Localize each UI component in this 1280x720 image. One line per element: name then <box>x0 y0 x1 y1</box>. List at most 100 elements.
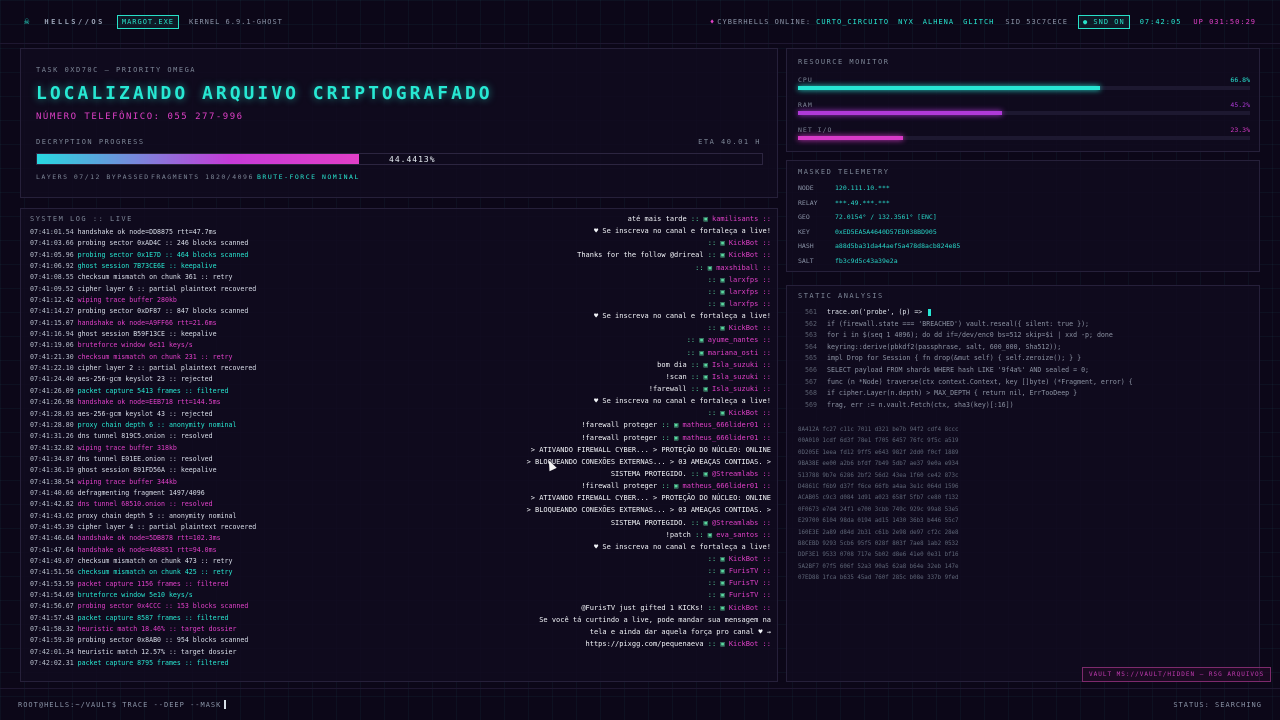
code-text: impl Drop for Session { fn drop(&mut sel… <box>827 354 1082 363</box>
chat-username[interactable]: Isla_suzuki :: <box>712 373 771 381</box>
log-timestamp: 07:41:34.87 <box>30 454 78 463</box>
line-number: 567 <box>805 377 817 386</box>
kernel-version: KERNEL 6.9.1-GHOST <box>189 17 283 26</box>
chat-text: > ATIVANDO FIREWALL CYBER... > PROTEÇÃO … <box>530 494 771 503</box>
log-message: heuristic match 18.46% :: target dossier <box>77 625 237 634</box>
telemetry-row: SALT fb3c9d5c43a39e2a <box>798 257 898 265</box>
hex-line: 00A010 1cdf 6d3f 78e1 f705 6457 76fc 9f5… <box>798 438 959 445</box>
bottom-bar: ROOT@HELLS:~/VAULT$ TRACE --DEEP --MASK … <box>0 688 1280 720</box>
chat-message: !farewall proteger :: ▣ matheus_666lider… <box>391 419 771 431</box>
log-timestamp: 07:41:58.32 <box>30 625 78 634</box>
telemetry-key: HASH <box>798 242 814 251</box>
chat-text: Se você tá curtindo a live, pode mandar … <box>539 615 771 624</box>
log-message: probing sector 0x4CCC :: 153 blocks scan… <box>77 602 249 611</box>
log-message: handshake ok node=A9FF66 rtt=21.6ms <box>77 318 217 327</box>
code-cursor <box>928 308 932 316</box>
log-message: probing sector 0xDF87 :: 847 blocks scan… <box>77 307 249 316</box>
log-message: ghost session 891FD56A :: keepalive <box>77 466 217 475</box>
chat-text: @FurisTV just gifted 1 KICKs! <box>581 603 704 612</box>
eta-label: ETA 40.01 H <box>698 138 761 146</box>
log-timestamp: 07:41:09.52 <box>30 284 78 293</box>
code-text: func (n *Node) traverse(ctx context.Cont… <box>827 377 1133 386</box>
chat-username[interactable]: KickBot :: <box>729 409 771 417</box>
code-text: if (firewall.state === 'BREACHED') vault… <box>827 319 1090 328</box>
online-user[interactable]: GLITCH <box>963 18 994 26</box>
hex-line: ACAB05 c9c3 d084 1d91 a023 658f 5fb7 ce8… <box>798 495 959 502</box>
telemetry-value: 72.0154° / 132.3561° [ENC] <box>835 213 937 222</box>
chat-username[interactable]: @Streamlabs :: <box>712 470 771 478</box>
chat-username[interactable]: KickBot :: <box>729 251 771 259</box>
chat-username[interactable]: @Streamlabs :: <box>712 519 771 527</box>
online-user[interactable]: ALHENA <box>923 18 954 26</box>
chat-username[interactable]: FurisTV :: <box>729 567 771 575</box>
log-message: handshake ok node=DD8875 rtt=47.7ms <box>77 228 217 236</box>
chat-text: Thanks for the follow @drireal <box>577 251 704 260</box>
log-timestamp: 07:41:53.59 <box>30 579 78 588</box>
log-timestamp: 07:41:01.54 <box>30 228 78 236</box>
badge-icon: :: ▣ <box>707 579 729 588</box>
chat-message: Thanks for the follow @drireal :: ▣ Kick… <box>391 249 771 261</box>
log-message: cipher layer 4 :: partial plaintext reco… <box>77 522 257 531</box>
sound-toggle[interactable]: ● SND ON <box>1077 14 1130 29</box>
log-message: dns tunnel E01EE.onion :: resolved <box>77 454 213 463</box>
chat-username[interactable]: matheus_666lider01 :: <box>682 482 771 490</box>
online-user[interactable]: NYX <box>898 18 914 26</box>
user-chip[interactable]: MARGOT.EXE <box>116 14 180 29</box>
chat-username[interactable]: larxfps :: <box>729 288 771 296</box>
chat-username[interactable]: mariana_osti :: <box>708 349 771 357</box>
log-message: packet capture 8587 frames :: filtered <box>77 613 229 622</box>
log-message: aes-256-gcm keyslot 23 :: rejected <box>77 375 213 384</box>
chat-username[interactable]: larxfps :: <box>729 300 771 308</box>
telemetry-row: KEY 0xED5EA5A4640D57ED038BD905 <box>798 228 937 236</box>
chat-username[interactable]: Isla_suzuki :: <box>712 385 771 393</box>
chat-message: !scan :: ▣ Isla_suzuki :: <box>391 371 771 383</box>
chat-username[interactable]: eva_santos :: <box>716 531 771 539</box>
telemetry-value: a88d5ba31da44aef5a478d8acb824e85 <box>835 242 961 251</box>
progress-value: 44.4413% <box>389 155 436 164</box>
log-message: packet capture 1156 frames :: filtered <box>77 579 229 588</box>
chat-username[interactable]: FurisTV :: <box>729 591 771 599</box>
chat-text: ♥ Se inscreva no canal e fortaleça a liv… <box>593 227 771 236</box>
sound-label: SND ON <box>1093 17 1125 26</box>
chat-username[interactable]: matheus_666lider01 :: <box>682 421 771 429</box>
cursor <box>224 700 227 709</box>
chat-username[interactable]: kamilisants :: <box>712 215 771 223</box>
code-line: 566 SELECT payload FROM shards WHERE hash… <box>805 365 1133 377</box>
log-timestamp: 07:41:49.07 <box>30 556 78 565</box>
line-number: 564 <box>805 342 817 351</box>
static-analysis-label: STATIC ANALYSIS <box>798 292 884 300</box>
brand: HELLS//OS <box>44 17 105 26</box>
badge-icon: :: ▣ <box>657 421 683 430</box>
chat-username[interactable]: KickBot :: <box>729 555 771 563</box>
chat-username[interactable]: Isla_suzuki :: <box>712 361 771 369</box>
chat-message: tela e ainda dar aquela força pro canal … <box>391 626 771 638</box>
log-message: wiping trace buffer 344kb <box>77 477 177 486</box>
log-timestamp: 07:41:59.30 <box>30 636 78 645</box>
log-message: checksum mismatch on chunk 473 :: retry <box>77 556 233 565</box>
chat-overlay[interactable]: até mais tarde :: ▣ kamilisants :: ♥ Se i… <box>391 213 771 678</box>
resource-name: RAM <box>798 101 813 109</box>
online-user[interactable]: CURTO_CIRCUITO <box>816 18 889 26</box>
badge-icon: :: ▣ <box>707 409 729 418</box>
telemetry-value: fb3c9d5c43a39e2a <box>835 257 898 265</box>
chat-username[interactable]: larxfps :: <box>729 276 771 284</box>
log-message: heuristic match 12.57% :: target dossier <box>77 647 237 656</box>
chat-message: Se você tá curtindo a live, pode mandar … <box>391 614 771 626</box>
chat-username[interactable]: maxshiball :: <box>716 264 771 272</box>
vault-path-badge[interactable]: VAULT MS://VAULT/HIDDEN — RSG ARQUIVOS <box>1082 667 1272 682</box>
resource-percent: 66.8% <box>1230 76 1250 84</box>
chat-username[interactable]: KickBot :: <box>729 640 771 648</box>
chat-message: :: ▣ larxfps :: <box>391 286 771 298</box>
chat-text: !scan <box>665 372 687 381</box>
chat-username[interactable]: KickBot :: <box>729 604 771 612</box>
chat-username[interactable]: KickBot :: <box>729 239 771 247</box>
telemetry-row: NODE 120.111.10.*** <box>798 184 890 192</box>
command-prompt[interactable]: ROOT@HELLS:~/VAULT$ TRACE --DEEP --MASK <box>18 701 221 709</box>
code-line: 565 impl Drop for Session { fn drop(&mut … <box>805 353 1133 365</box>
phone-number: NÚMERO TELEFÔNICO: 055 277-996 <box>36 112 244 122</box>
chat-username[interactable]: ayume_nantes :: <box>708 336 771 344</box>
chat-username[interactable]: matheus_666lider01 :: <box>682 434 771 442</box>
chat-username[interactable]: FurisTV :: <box>729 579 771 587</box>
log-timestamp: 07:41:28.80 <box>30 420 78 429</box>
chat-username[interactable]: KickBot :: <box>729 324 771 332</box>
